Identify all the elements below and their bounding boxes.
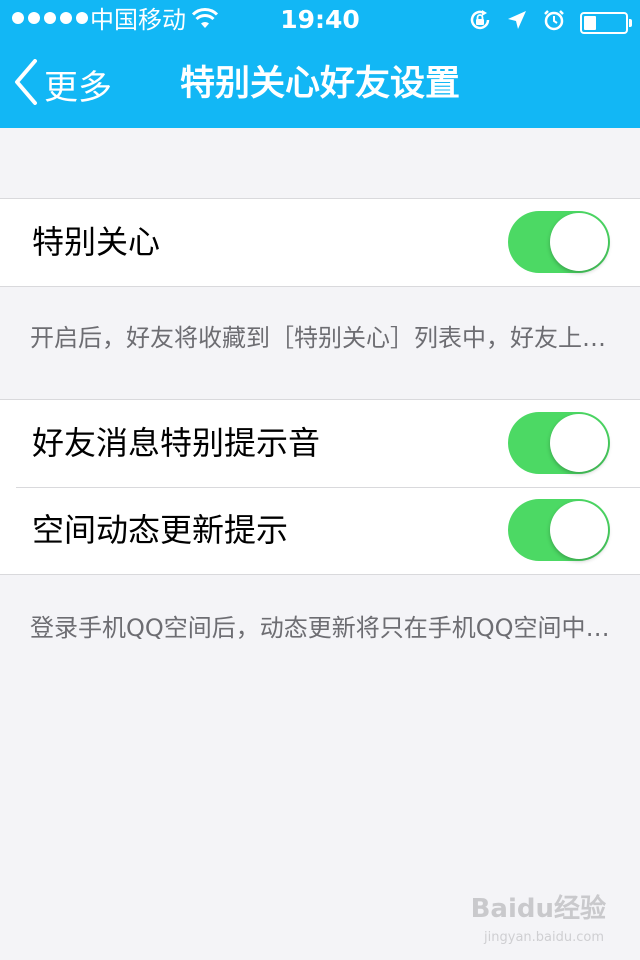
qzone-update-label: 空间动态更新提示 (32, 511, 289, 549)
message-sound-row: 好友消息特别提示音 (0, 400, 640, 487)
message-sound-label: 好友消息特别提示音 (32, 424, 321, 462)
status-icons (468, 8, 632, 38)
special-care-toggle[interactable] (508, 211, 610, 273)
toggle-knob (550, 414, 608, 472)
battery-icon (580, 12, 632, 34)
location-arrow-icon (506, 9, 528, 37)
alarm-icon (542, 8, 566, 38)
special-care-row: 特别关心 (0, 199, 640, 286)
special-care-label: 特别关心 (32, 223, 161, 261)
toggle-knob (550, 501, 608, 559)
header: 中国移动 19:40 特别关心好友设置 更多 (0, 0, 640, 128)
orientation-lock-icon (468, 8, 492, 38)
nav-bar: 特别关心好友设置 更多 (0, 40, 640, 128)
qzone-update-row: 空间动态更新提示 (0, 487, 640, 574)
special-care-footnote: 开启后，好友将收藏到［特别关心］列表中，好友上线时你将收到提醒 (30, 324, 626, 352)
notification-group: 好友消息特别提示音 空间动态更新提示 (0, 399, 640, 575)
baidu-watermark: Baidu经验 (470, 894, 606, 924)
status-bar: 中国移动 19:40 (0, 0, 640, 40)
back-chevron-icon (14, 59, 38, 109)
qzone-footnote: 登录手机QQ空间后，动态更新将只在手机QQ空间中提示 (30, 614, 626, 642)
back-button[interactable]: 更多 (14, 58, 112, 110)
baidu-watermark-url: jingyan.baidu.com (484, 930, 604, 945)
toggle-knob (550, 213, 608, 271)
message-sound-toggle[interactable] (508, 412, 610, 474)
special-care-group: 特别关心 (0, 198, 640, 287)
qzone-update-toggle[interactable] (508, 499, 610, 561)
back-label: 更多 (44, 67, 112, 108)
